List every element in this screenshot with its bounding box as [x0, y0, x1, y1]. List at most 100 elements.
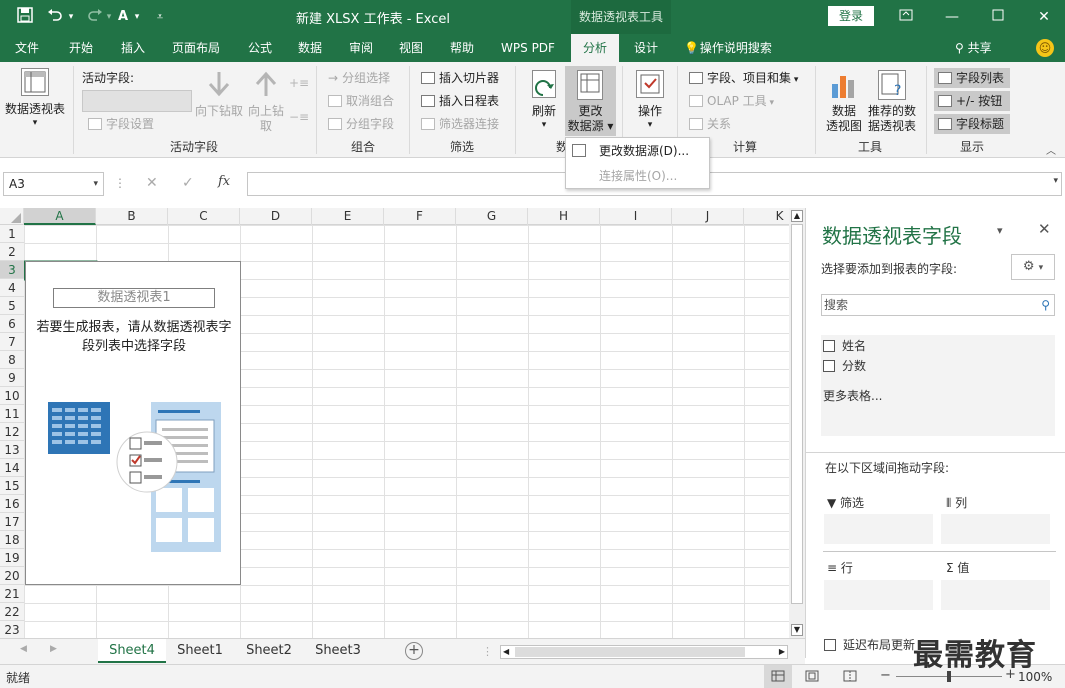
row-header[interactable]: 10 — [0, 387, 24, 405]
column-header[interactable]: A — [24, 208, 96, 225]
redo-icon[interactable] — [84, 7, 106, 27]
format-painter-icon[interactable]: A — [114, 7, 132, 27]
field-item-score[interactable]: 分数 — [823, 357, 866, 374]
field-settings-button[interactable]: 字段设置 — [88, 114, 154, 134]
vertical-scrollbar[interactable]: ▲ ▼ — [789, 208, 805, 638]
group-selection-button[interactable]: → 分组选择 — [328, 68, 390, 88]
horizontal-scroll-thumb[interactable] — [515, 647, 745, 657]
tab-data[interactable]: 数据 — [286, 34, 334, 62]
recommended-pivot-button[interactable]: 推荐的数 据透视表 — [864, 104, 920, 134]
column-header[interactable]: C — [168, 208, 240, 225]
row-header[interactable]: 6 — [0, 315, 24, 333]
expand-field-icon[interactable]: +≡ — [289, 76, 309, 90]
gear-icon[interactable]: ⚙ ▾ — [1011, 254, 1055, 280]
tell-me-search[interactable]: 💡 操作说明搜索 — [684, 34, 794, 62]
tab-analyze[interactable]: 分析 — [571, 34, 619, 62]
row-header[interactable]: 5 — [0, 297, 24, 315]
tab-insert[interactable]: 插入 — [108, 34, 158, 62]
collapse-ribbon-icon[interactable]: ︿ — [1046, 142, 1056, 157]
more-tables-link[interactable]: 更多表格... — [823, 387, 882, 404]
prev-sheet-icon[interactable]: ◀ — [20, 644, 27, 654]
insert-timeline-button[interactable]: 插入日程表 — [421, 91, 499, 111]
tab-page-layout[interactable]: 页面布局 — [162, 34, 230, 62]
pivottable-button[interactable]: 数据透视表 — [3, 102, 67, 117]
column-header[interactable]: B — [96, 208, 168, 225]
row-header[interactable]: 16 — [0, 495, 24, 513]
scroll-right-icon[interactable]: ▶ — [779, 646, 785, 658]
change-data-source-button[interactable]: 更改 数据源 ▾ — [565, 66, 616, 136]
field-headers-toggle[interactable]: 字段标题 — [934, 114, 1010, 134]
cancel-icon[interactable]: ✕ — [146, 175, 158, 191]
row-header[interactable]: 18 — [0, 531, 24, 549]
column-header[interactable]: H — [528, 208, 600, 225]
vertical-scroll-thumb[interactable] — [791, 224, 803, 604]
share-button[interactable]: ⚲ 共享 — [955, 34, 992, 62]
row-header[interactable]: 17 — [0, 513, 24, 531]
actions-button[interactable]: 操作 — [630, 104, 670, 119]
smiley-feedback-icon[interactable]: ☺ — [1036, 39, 1054, 57]
group-field-button[interactable]: 分组字段 — [328, 114, 394, 134]
actions-icon[interactable] — [636, 70, 664, 98]
customize-toolbar-icon[interactable]: ⩡ — [152, 7, 168, 27]
horizontal-scrollbar[interactable]: ◀ ▶ — [500, 645, 788, 659]
defer-update-checkbox[interactable] — [824, 639, 836, 651]
tab-home[interactable]: 开始 — [56, 34, 106, 62]
drill-up-button[interactable]: 向上钻取 — [246, 104, 286, 134]
plus-minus-buttons-toggle[interactable]: +/- 按钮 — [934, 91, 1010, 111]
add-sheet-icon[interactable]: + — [405, 642, 423, 660]
row-header[interactable]: 21 — [0, 585, 24, 603]
next-sheet-icon[interactable]: ▶ — [50, 644, 57, 654]
refresh-button[interactable]: 刷新 — [524, 104, 564, 119]
save-icon[interactable] — [14, 7, 36, 27]
row-header[interactable]: 4 — [0, 279, 24, 297]
format-dropdown-icon[interactable]: ▾ — [132, 7, 142, 27]
row-header[interactable]: 9 — [0, 369, 24, 387]
column-header[interactable]: D — [240, 208, 312, 225]
select-all-corner[interactable] — [0, 208, 24, 225]
area-columns-dropzone[interactable] — [941, 514, 1050, 544]
field-item-name[interactable]: 姓名 — [823, 337, 866, 354]
redo-dropdown-icon[interactable]: ▾ — [104, 7, 114, 27]
row-header[interactable]: 7 — [0, 333, 24, 351]
field-search-input[interactable]: 搜索 ⚲ — [821, 294, 1055, 316]
field-list-toggle[interactable]: 字段列表 — [934, 68, 1010, 88]
row-header[interactable]: 12 — [0, 423, 24, 441]
olap-tools-button[interactable]: OLAP 工具 ▾ — [689, 91, 774, 111]
row-header[interactable]: 23 — [0, 621, 24, 638]
sheet-tab-sheet3[interactable]: Sheet3 — [305, 639, 371, 663]
pane-options-icon[interactable]: ▾ — [997, 224, 1003, 237]
area-filter-dropzone[interactable] — [824, 514, 933, 544]
pivotchart-icon[interactable] — [829, 70, 859, 103]
undo-dropdown-icon[interactable]: ▾ — [66, 7, 76, 27]
menu-item-change-source[interactable]: 更改数据源(D)... — [566, 139, 709, 163]
row-header[interactable]: 14 — [0, 459, 24, 477]
scroll-left-icon[interactable]: ◀ — [503, 646, 509, 658]
filter-connections-button[interactable]: 筛选器连接 — [421, 114, 499, 134]
row-header[interactable]: 22 — [0, 603, 24, 621]
tab-file[interactable]: 文件 — [2, 34, 52, 62]
tab-review[interactable]: 审阅 — [337, 34, 385, 62]
insert-function-icon[interactable]: fx — [218, 174, 230, 189]
tab-help[interactable]: 帮助 — [438, 34, 486, 62]
defer-update-toggle[interactable]: 延迟布局更新 — [824, 636, 915, 653]
row-header[interactable]: 1 — [0, 225, 24, 243]
drill-up-icon[interactable] — [254, 70, 278, 101]
drill-down-icon[interactable] — [207, 70, 231, 101]
tab-formulas[interactable]: 公式 — [236, 34, 284, 62]
actions-dropdown-icon[interactable]: ▾ — [630, 118, 670, 133]
column-header[interactable]: K — [744, 208, 789, 225]
row-header[interactable]: 19 — [0, 549, 24, 567]
fields-items-sets-button[interactable]: 字段、项目和集 ▾ — [689, 68, 798, 88]
row-header[interactable]: 20 — [0, 567, 24, 585]
close-icon[interactable]: ✕ — [1021, 0, 1065, 34]
row-header[interactable]: 8 — [0, 351, 24, 369]
column-header[interactable]: F — [384, 208, 456, 225]
drill-down-button[interactable]: 向下钻取 — [193, 104, 245, 119]
row-header[interactable]: 3 — [0, 261, 24, 279]
zoom-out-icon[interactable]: − — [880, 668, 891, 683]
row-header[interactable]: 11 — [0, 405, 24, 423]
ribbon-display-icon[interactable] — [883, 0, 929, 34]
field-checkbox[interactable] — [823, 360, 835, 372]
area-values-dropzone[interactable] — [941, 580, 1050, 610]
active-field-input[interactable] — [82, 90, 192, 112]
